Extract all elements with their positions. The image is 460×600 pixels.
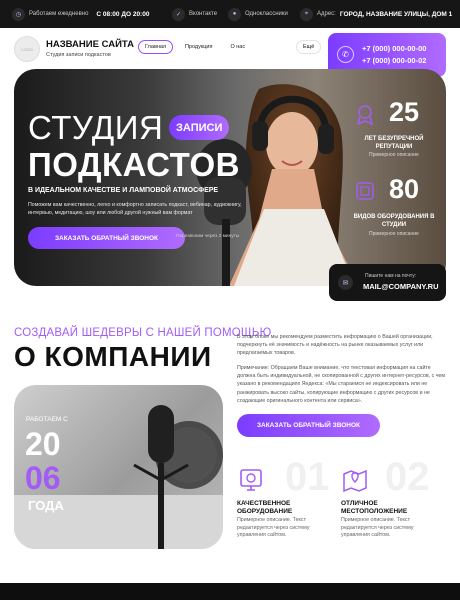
working-hours: ◷ Работаем ежедневно С 08:00 ДО 20:00 xyxy=(12,0,149,28)
phone-icon: ✆ xyxy=(337,46,354,63)
main-nav: Главная Продукция О нас xyxy=(138,40,251,54)
mail-icon: ✉ xyxy=(338,275,353,290)
hero-subtitle: В ИДЕАЛЬНОМ КАЧЕСТВЕ И ЛАМПОВОЙ АТМОСФЕР… xyxy=(28,187,219,194)
hero-banner: СТУДИЯ ЗАПИСИ ПОДКАСТОВ В ИДЕАЛЬНОМ КАЧЕ… xyxy=(14,69,446,286)
hours-label: Работаем ежедневно xyxy=(29,11,89,17)
site-title[interactable]: НАЗВАНИЕ САЙТА xyxy=(46,39,134,50)
vk-icon: ✓ xyxy=(172,7,185,21)
hero-title-line1: СТУДИЯ xyxy=(28,109,164,146)
feature-desc-1: Примерное описание. Текст редактируется … xyxy=(237,517,310,539)
feature-number-1: 01 xyxy=(285,455,330,499)
hero-callback-button[interactable]: ЗАКАЗАТЬ ОБРАТНЫЙ ЗВОНОК xyxy=(28,227,185,249)
ok-icon: ● xyxy=(228,7,241,21)
nav-item-home[interactable]: Главная xyxy=(138,40,173,54)
social-vk-label: Вконтакте xyxy=(189,11,218,17)
stat-years-title: ЛЕТ БЕЗУПРЕЧНОЙ РЕПУТАЦИИ xyxy=(364,136,424,151)
email-address[interactable]: MAIL@COMPANY.RU xyxy=(363,282,439,291)
address-value: ГОРОД, НАЗВАНИЕ УЛИЦЫ, ДОМ 1 xyxy=(339,10,453,18)
stat-years-desc: Примерное описание xyxy=(369,152,419,158)
years-number-top: 20 xyxy=(25,426,61,462)
phone-number-2[interactable]: +7 (000) 000-00-02 xyxy=(362,56,426,65)
hero-title-line2: ПОДКАСТОВ xyxy=(28,146,240,183)
equipment-icon xyxy=(356,182,374,200)
nav-item-about[interactable]: О нас xyxy=(224,41,251,53)
address-label: Адрес: xyxy=(317,11,336,17)
location-pin-icon: ⌖ xyxy=(300,7,313,21)
site-subtitle: Студия записи подкастов xyxy=(46,52,111,58)
about-kicker: СОЗДАВАЙ ШЕДЕВРЫ С НАШЕЙ ПОМОЩЬЮ xyxy=(14,327,272,339)
social-ok-link[interactable]: ● Одноклассники xyxy=(228,0,288,28)
feature-title-2: ОТЛИЧНОЕ МЕСТОПОЛОЖЕНИЕ xyxy=(341,500,408,516)
stat-equipment-desc: Примерное описание xyxy=(369,231,419,237)
email-label: Пишите нам на почту: xyxy=(365,273,417,279)
nav-more-button[interactable]: Ещё xyxy=(296,40,322,54)
feature-number-2: 02 xyxy=(385,455,430,499)
stat-years-number: 25 xyxy=(389,97,420,127)
stat-equipment-number: 80 xyxy=(389,174,420,204)
years-word: ГОДА xyxy=(28,498,64,513)
nav-item-products[interactable]: Продукция xyxy=(179,41,219,53)
about-photo-microphone: РАБОТАЕМ С 20 06 ГОДА xyxy=(14,385,223,549)
years-label: РАБОТАЕМ С xyxy=(26,416,68,423)
hero-title-badge: ЗАПИСИ xyxy=(169,115,230,140)
top-bar: ◷ Работаем ежедневно С 08:00 ДО 20:00 ✓ … xyxy=(0,0,460,28)
about-title: О КОМПАНИИ xyxy=(14,341,212,372)
logo-text: LOGO xyxy=(21,46,33,52)
reputation-icon xyxy=(356,105,374,125)
hero-cta-note: Перезвоним через 2 минуты xyxy=(176,234,240,239)
years-number-bottom: 06 xyxy=(25,460,61,496)
email-box[interactable]: ✉ Пишите нам на почту: MAIL@COMPANY.RU xyxy=(329,264,446,301)
feature-desc-2: Примерное описание. Текст редактируется … xyxy=(341,517,414,539)
hero-description: Поможем вам качественно, легко и комфорт… xyxy=(28,202,242,216)
phone-number-1[interactable]: +7 (000) 000-00-00 xyxy=(362,44,426,53)
about-callback-button[interactable]: ЗАКАЗАТЬ ОБРАТНЫЙ ЗВОНОК xyxy=(237,414,380,437)
logo[interactable]: LOGO xyxy=(14,36,40,62)
about-paragraph-2: Примечание: Обращаем Ваше внимание, что … xyxy=(237,365,446,404)
social-vk-link[interactable]: ✓ Вконтакте xyxy=(172,0,217,28)
hours-value: С 08:00 ДО 20:00 xyxy=(96,10,150,18)
social-ok-label: Одноклассники xyxy=(245,11,288,17)
address: ⌖ Адрес: ГОРОД, НАЗВАНИЕ УЛИЦЫ, ДОМ 1 xyxy=(300,0,452,28)
stat-equipment-title: ВИДОВ ОБОРУДОВАНИЯ В СТУДИИ xyxy=(353,214,435,229)
footer-bar xyxy=(0,583,460,600)
equipment-feature-icon xyxy=(240,469,262,491)
map-location-icon xyxy=(343,469,367,493)
feature-title-1: КАЧЕСТВЕННОЕ ОБОРУДОВАНИЕ xyxy=(237,500,293,516)
about-paragraph-1: В этом блоке мы рекомендуем разместить и… xyxy=(237,334,433,357)
clock-icon: ◷ xyxy=(12,7,25,21)
